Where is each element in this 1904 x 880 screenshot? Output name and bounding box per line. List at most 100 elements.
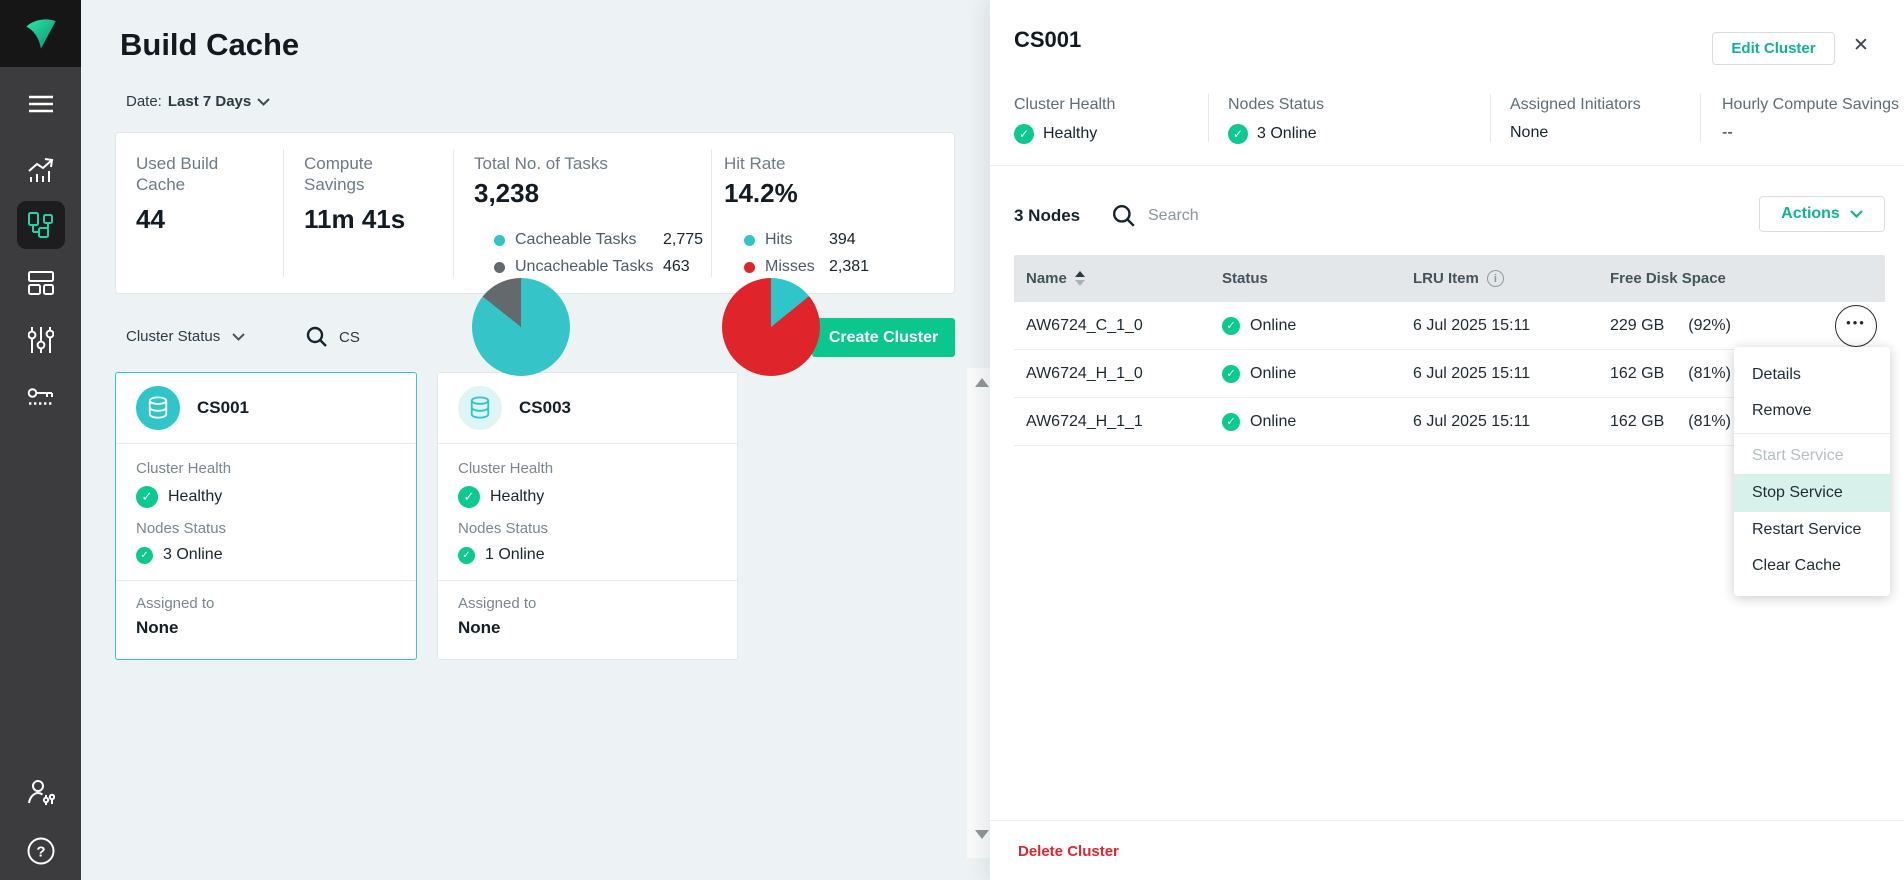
legend-label: Cacheable Tasks xyxy=(515,231,663,249)
hit-rate-pie-chart xyxy=(722,278,820,376)
cluster-name: CS001 xyxy=(197,398,249,418)
divider xyxy=(453,149,454,277)
nodes-status-badge: ✓ 1 Online xyxy=(458,546,717,564)
legend-label: Uncacheable Tasks xyxy=(515,258,663,276)
stat-used-build-cache: Used Build Cache 44 xyxy=(136,153,271,235)
assigned-to-value: None xyxy=(136,618,396,638)
node-status: ✓ Online xyxy=(1210,317,1401,335)
legend-hits: Hits 394 xyxy=(744,231,856,249)
menu-item-remove[interactable]: Remove xyxy=(1734,393,1890,429)
cluster-health-value: Healthy xyxy=(490,488,544,506)
summary-hourly-compute-savings: Hourly Compute Savings -- xyxy=(1722,96,1899,142)
nodes-status-value: 3 Online xyxy=(163,546,223,564)
nodes-count: 3 Nodes xyxy=(1014,206,1080,226)
legend-label: Hits xyxy=(765,231,829,249)
sidebar-item-user-settings[interactable] xyxy=(0,769,81,817)
sidebar-item-analytics[interactable] xyxy=(0,146,81,194)
divider xyxy=(438,580,737,581)
legend-label: Misses xyxy=(765,258,829,276)
sidebar-item-api-keys[interactable] xyxy=(0,373,81,421)
legend-dot xyxy=(494,262,505,273)
edit-cluster-button[interactable]: Edit Cluster xyxy=(1712,32,1835,65)
cluster-card-header: CS001 xyxy=(116,373,416,444)
menu-item-stop-service[interactable]: Stop Service xyxy=(1734,474,1890,512)
app-logo[interactable] xyxy=(0,0,81,67)
database-icon xyxy=(458,386,502,430)
node-search-placeholder: Search xyxy=(1148,207,1199,225)
chevron-down-icon xyxy=(232,333,245,341)
node-search-input[interactable]: Search xyxy=(1112,204,1199,228)
close-icon[interactable]: ✕ xyxy=(1853,36,1869,55)
summary-assigned-initiators: Assigned Initiators None xyxy=(1510,96,1641,142)
key-icon xyxy=(27,387,55,407)
sidebar-item-help[interactable]: ? xyxy=(0,827,81,875)
summary-value: Healthy xyxy=(1043,125,1097,143)
cluster-health-badge: ✓ Healthy xyxy=(136,486,396,508)
actions-button[interactable]: Actions xyxy=(1759,196,1885,232)
sidebar: ? xyxy=(0,0,81,880)
actions-label: Actions xyxy=(1781,205,1840,223)
check-icon: ✓ xyxy=(1222,413,1240,431)
cluster-card-header: CS003 xyxy=(438,373,737,444)
menu-item-details[interactable]: Details xyxy=(1734,357,1890,393)
scroll-down-icon[interactable] xyxy=(975,830,989,839)
legend-value: 2,775 xyxy=(663,231,703,249)
date-filter[interactable]: Date: Last 7 Days xyxy=(126,93,270,110)
node-lru: 6 Jul 2025 15:11 xyxy=(1401,317,1598,335)
legend-dot xyxy=(744,262,755,273)
summary-label: Cluster Health xyxy=(1014,96,1115,114)
node-name: AW6724_H_1_0 xyxy=(1014,365,1210,383)
cluster-status-dropdown[interactable]: Cluster Status xyxy=(126,328,245,345)
sidebar-item-dashboard[interactable] xyxy=(0,259,81,307)
cluster-health-label: Cluster Health xyxy=(136,460,396,477)
legend-cacheable: Cacheable Tasks 2,775 xyxy=(494,231,703,249)
help-icon: ? xyxy=(27,837,55,865)
menu-item-restart-service[interactable]: Restart Service xyxy=(1734,512,1890,548)
check-icon: ✓ xyxy=(458,547,475,564)
nodes-status-value: 1 Online xyxy=(485,546,545,564)
column-header-disk: Free Disk Space xyxy=(1598,270,1788,287)
chevron-down-icon xyxy=(257,98,270,106)
cluster-card-cs001[interactable]: CS001 Cluster Health ✓ Healthy Nodes Sta… xyxy=(115,372,417,660)
menu-hamburger-icon[interactable] xyxy=(0,80,81,128)
cluster-health-value: Healthy xyxy=(168,488,222,506)
menu-item-clear-cache[interactable]: Clear Cache xyxy=(1734,548,1890,584)
cluster-card-cs003[interactable]: CS003 Cluster Health ✓ Healthy Nodes Sta… xyxy=(437,372,738,660)
cluster-name: CS003 xyxy=(519,398,571,418)
table-header: Name Status LRU Item i Free Disk Space xyxy=(1014,255,1885,302)
build-cache-cluster-icon[interactable] xyxy=(0,201,81,249)
divider xyxy=(1490,94,1491,142)
check-icon: ✓ xyxy=(1014,124,1034,144)
divider xyxy=(116,580,416,581)
brand-logo-icon xyxy=(19,12,63,56)
divider xyxy=(990,820,1904,821)
divider xyxy=(990,165,1904,166)
menu-item-start-service[interactable]: Start Service xyxy=(1734,438,1890,474)
stat-label: Used Build Cache xyxy=(136,153,271,195)
column-header-lru: LRU Item i xyxy=(1401,270,1598,287)
cluster-search-input[interactable]: CS xyxy=(306,326,360,348)
divider xyxy=(1700,94,1701,142)
info-icon[interactable]: i xyxy=(1487,270,1504,287)
sort-icon[interactable] xyxy=(1075,271,1085,286)
search-icon xyxy=(306,326,328,348)
scroll-up-icon[interactable] xyxy=(975,378,989,387)
summary-value: None xyxy=(1510,124,1548,142)
stat-label: Total No. of Tasks xyxy=(474,153,704,174)
stat-label: Compute Savings xyxy=(304,153,424,195)
node-name: AW6724_H_1_1 xyxy=(1014,413,1210,431)
divider xyxy=(1208,94,1209,142)
node-lru: 6 Jul 2025 15:11 xyxy=(1401,413,1598,431)
delete-cluster-button[interactable]: Delete Cluster xyxy=(1018,843,1119,860)
sidebar-item-settings[interactable] xyxy=(0,316,81,364)
create-cluster-button[interactable]: Create Cluster xyxy=(812,318,955,357)
panel-title: CS001 xyxy=(1014,27,1081,53)
search-icon xyxy=(1112,204,1136,228)
app-window: ? Build Cache Date: Last 7 Days Used Bui… xyxy=(0,0,1904,880)
column-header-name[interactable]: Name xyxy=(1014,270,1210,287)
check-icon: ✓ xyxy=(458,486,480,508)
table-row[interactable]: AW6724_C_1_0 ✓ Online 6 Jul 2025 15:11 2… xyxy=(1014,302,1885,350)
summary-label: Nodes Status xyxy=(1228,96,1324,114)
row-menu-ellipsis-button[interactable]: ••• xyxy=(1835,305,1877,347)
nodes-status-badge: ✓ 3 Online xyxy=(136,546,396,564)
